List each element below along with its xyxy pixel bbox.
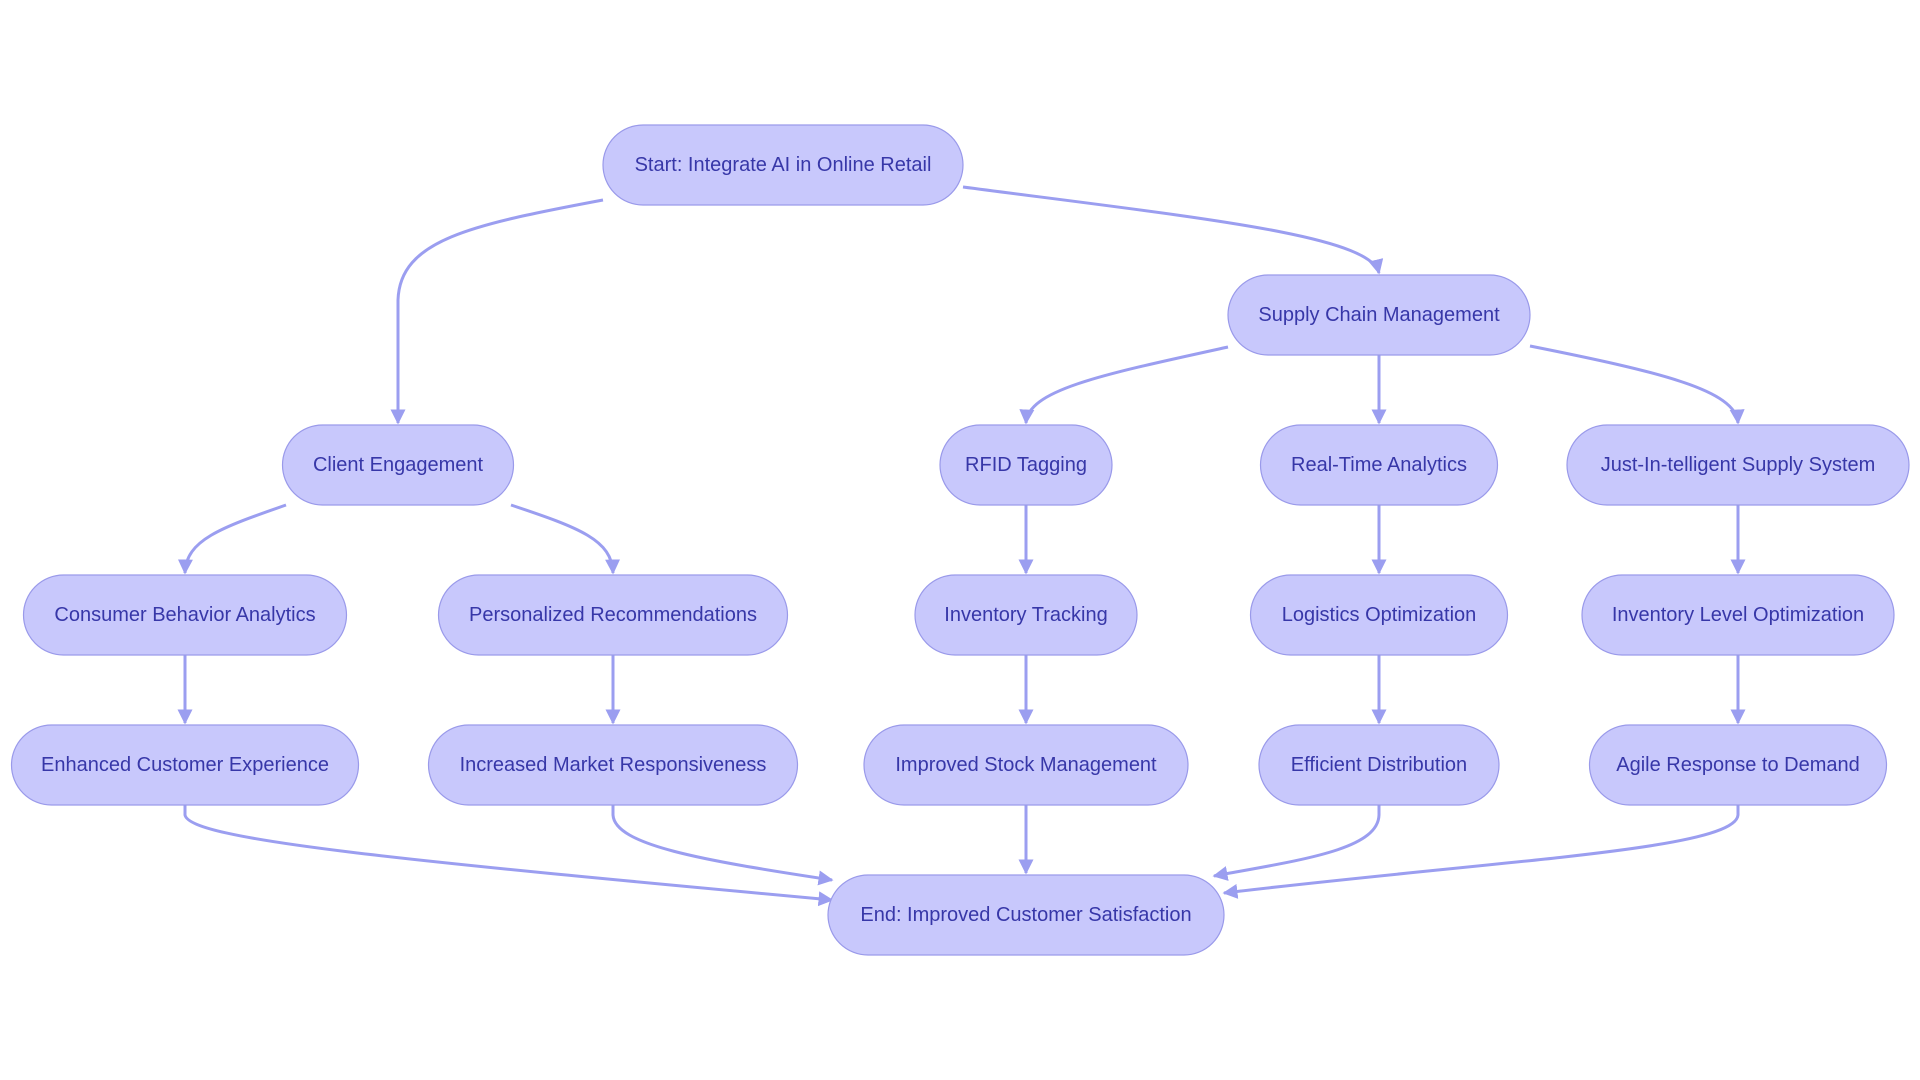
node-label: Increased Market Responsiveness <box>460 754 767 776</box>
edge-increased-to-end <box>611 805 834 886</box>
edge-client-to-personal <box>510 503 621 575</box>
node-label: Client Engagement <box>313 454 484 476</box>
edge-start-to-supply <box>962 185 1384 275</box>
node-label: Improved Stock Management <box>895 754 1157 776</box>
node-client[interactable]: Client Engagement <box>281 424 515 506</box>
node-label: Enhanced Customer Experience <box>41 754 329 776</box>
node-logistics[interactable]: Logistics Optimization <box>1249 574 1509 656</box>
node-label: Start: Integrate AI in Online Retail <box>635 154 932 176</box>
node-stock[interactable]: Improved Stock Management <box>863 724 1189 806</box>
node-label: Consumer Behavior Analytics <box>54 604 315 626</box>
edge-enhanced-to-end <box>183 805 834 907</box>
node-rfid[interactable]: RFID Tagging <box>939 424 1113 506</box>
node-increased[interactable]: Increased Market Responsiveness <box>427 724 799 806</box>
node-label: RFID Tagging <box>965 454 1087 476</box>
node-personal[interactable]: Personalized Recommendations <box>437 574 789 656</box>
node-invlevel[interactable]: Inventory Level Optimization <box>1581 574 1895 656</box>
node-justin[interactable]: Just-In-telligent Supply System <box>1566 424 1910 506</box>
node-enhanced[interactable]: Enhanced Customer Experience <box>10 724 360 806</box>
edge-start-to-client <box>390 198 604 425</box>
node-supply[interactable]: Supply Chain Management <box>1227 274 1531 356</box>
node-label: Personalized Recommendations <box>469 604 757 626</box>
node-label: Just-In-telligent Supply System <box>1601 454 1876 476</box>
edge-agile-to-end <box>1222 805 1740 899</box>
node-invtrack[interactable]: Inventory Tracking <box>914 574 1138 656</box>
node-agile[interactable]: Agile Response to Demand <box>1588 724 1888 806</box>
edge-efficient-to-end <box>1212 805 1381 881</box>
flowchart-diagram: Start: Integrate AI in Online Retail Clie… <box>10 124 1910 956</box>
node-label: End: Improved Customer Satisfaction <box>860 904 1191 926</box>
node-label: Supply Chain Management <box>1258 304 1500 326</box>
node-label: Efficient Distribution <box>1291 754 1467 776</box>
node-label: Inventory Tracking <box>944 604 1107 626</box>
edge-supply-to-justin <box>1529 344 1745 425</box>
node-realtime[interactable]: Real-Time Analytics <box>1259 424 1499 506</box>
node-efficient[interactable]: Efficient Distribution <box>1258 724 1500 806</box>
node-end[interactable]: End: Improved Customer Satisfaction <box>827 874 1225 956</box>
nodes-layer: Start: Integrate AI in Online Retail Clie… <box>10 124 1910 956</box>
node-label: Agile Response to Demand <box>1616 754 1859 776</box>
edge-supply-to-rfid <box>1019 345 1229 425</box>
node-label: Real-Time Analytics <box>1291 454 1467 476</box>
node-consumer[interactable]: Consumer Behavior Analytics <box>22 574 348 656</box>
node-start[interactable]: Start: Integrate AI in Online Retail <box>602 124 964 206</box>
node-label: Logistics Optimization <box>1282 604 1477 626</box>
edge-client-to-consumer <box>177 503 287 575</box>
node-label: Inventory Level Optimization <box>1612 604 1864 626</box>
